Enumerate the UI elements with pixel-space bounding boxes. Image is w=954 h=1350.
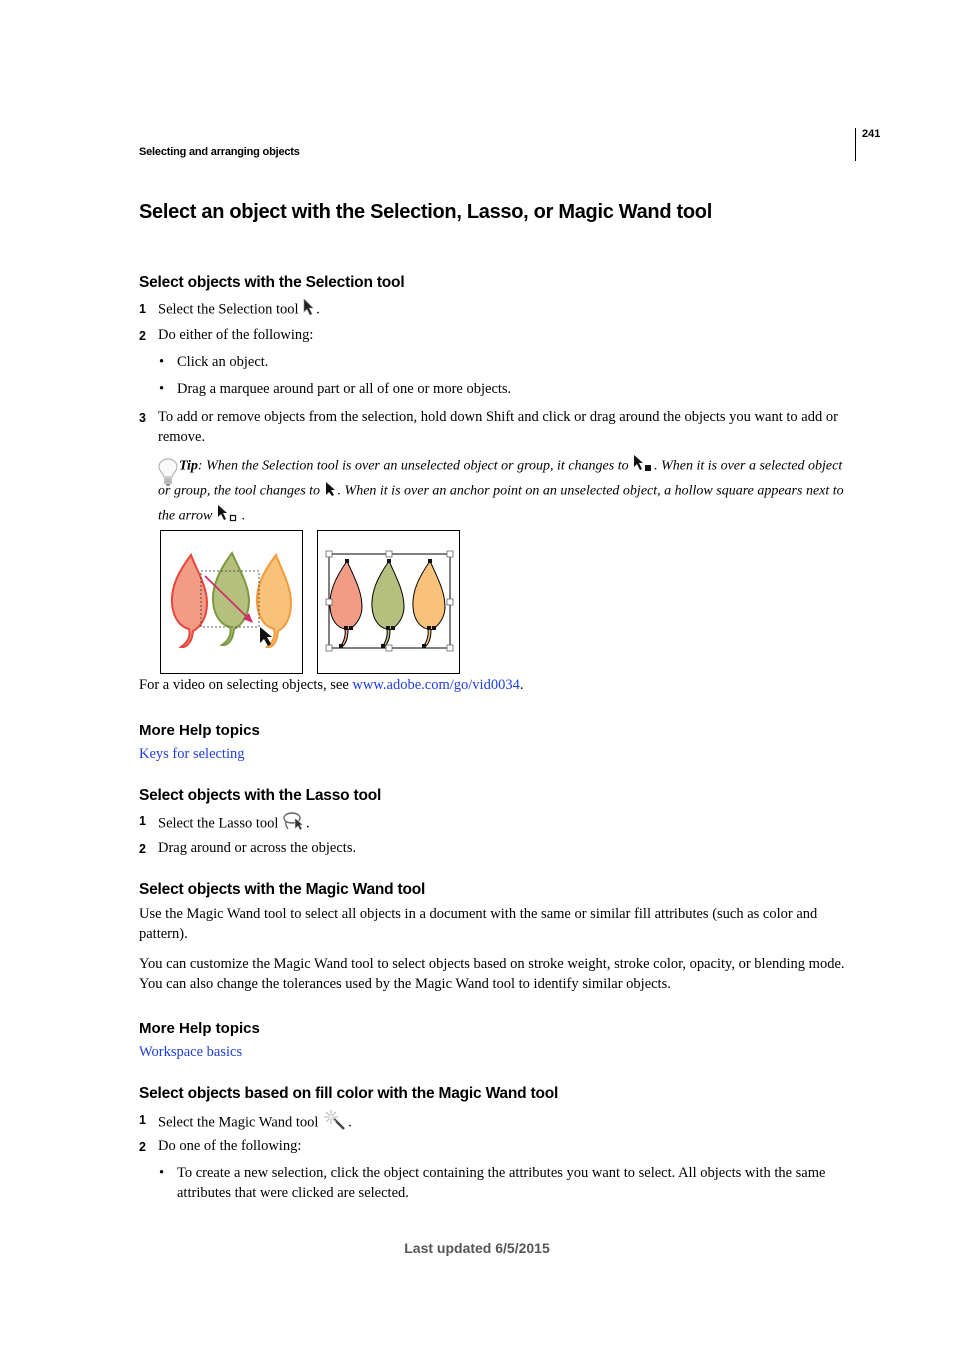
last-updated-footer: Last updated 6/5/2015: [404, 1240, 550, 1256]
leaf-red-selected: [329, 559, 363, 648]
more-help-heading: More Help topics: [139, 722, 260, 739]
magic-wand-paragraph-2: You can customize the Magic Wand tool to…: [139, 956, 845, 992]
step-number: 1: [139, 814, 146, 828]
selection-arrow-icon: [302, 298, 316, 322]
bullet-item: To create a new selection, click the obj…: [177, 1165, 826, 1201]
section-heading-fill-color: Select objects based on fill color with …: [139, 1085, 559, 1102]
bullet-item: Click an object.: [177, 354, 269, 370]
figure-marquee-drag: [160, 530, 303, 674]
step-number: 2: [139, 1140, 146, 1154]
leaf-green: [211, 551, 251, 647]
step-number: 2: [139, 329, 146, 343]
page-title: Select an object with the Selection, Las…: [139, 201, 712, 223]
arrow-with-hollow-square-cursor-icon: [216, 504, 242, 529]
tip-note: Tip: When the Selection tool is over an …: [158, 454, 858, 529]
arrow-with-filled-square-cursor-icon: [632, 454, 654, 479]
video-reference: For a video on selecting objects, see ww…: [139, 675, 523, 695]
leaf-green-selected: [371, 559, 405, 648]
cursor-arrow: [260, 627, 272, 646]
more-help-heading: More Help topics: [139, 1020, 260, 1037]
page-number-rule: [855, 128, 856, 161]
leaf-orange-selected: [412, 559, 446, 648]
tip-text: .: [241, 508, 246, 524]
marquee-drag-illustration: [170, 551, 293, 649]
step-number: 1: [139, 302, 146, 316]
page-number: 241: [862, 128, 881, 140]
step-label: Select the Selection tool: [158, 301, 299, 318]
step-suffix: .: [316, 301, 320, 318]
figure-selected-bounding-box: [317, 530, 460, 674]
step-text: To add or remove objects from the select…: [158, 409, 838, 445]
lasso-tool-icon: [282, 810, 306, 838]
selected-leaves-illustration: [325, 550, 454, 652]
step-label: Select the Magic Wand tool: [158, 1114, 319, 1131]
workspace-basics-link[interactable]: Workspace basics: [139, 1042, 242, 1062]
magic-wand-icon: [322, 1109, 348, 1137]
step-text: Select the Selection tool .: [158, 298, 858, 322]
bullet-item: Drag a marquee around part or all of one…: [177, 381, 512, 397]
bullet-glyph: •: [159, 381, 165, 397]
tip-text: : When the Selection tool is over an uns…: [197, 458, 633, 474]
step-suffix: .: [348, 1114, 352, 1131]
leaf-red: [170, 552, 209, 649]
section-heading-selection-tool: Select objects with the Selection tool: [139, 274, 405, 291]
step-text: Drag around or across the objects.: [158, 840, 357, 856]
running-head: Selecting and arranging objects: [139, 146, 300, 158]
video-suffix: .: [519, 677, 524, 693]
step-text: Do either of the following:: [158, 327, 314, 343]
step-suffix: .: [306, 815, 310, 832]
keys-for-selecting-link[interactable]: Keys for selecting: [139, 744, 245, 764]
step-text: Do one of the following:: [158, 1138, 302, 1154]
bullet-glyph: •: [159, 354, 165, 370]
step-number: 3: [139, 411, 146, 425]
video-text: For a video on selecting objects, see: [139, 677, 353, 693]
arrow-cursor-icon: [324, 479, 338, 504]
magic-wand-paragraph-1: Use the Magic Wand tool to select all ob…: [139, 906, 818, 942]
step-text: Select the Magic Wand tool .: [158, 1109, 858, 1137]
section-heading-lasso-tool: Select objects with the Lasso tool: [139, 787, 382, 804]
step-number: 1: [139, 1113, 146, 1127]
video-link[interactable]: www.adobe.com/go/vid0034: [352, 677, 519, 693]
tip-label: Tip: [179, 458, 198, 474]
step-label: Select the Lasso tool: [158, 815, 279, 832]
step-number: 2: [139, 842, 146, 856]
bullet-glyph: •: [159, 1165, 165, 1181]
section-heading-magic-wand-tool: Select objects with the Magic Wand tool: [139, 881, 426, 898]
step-text: Select the Lasso tool .: [158, 810, 858, 838]
